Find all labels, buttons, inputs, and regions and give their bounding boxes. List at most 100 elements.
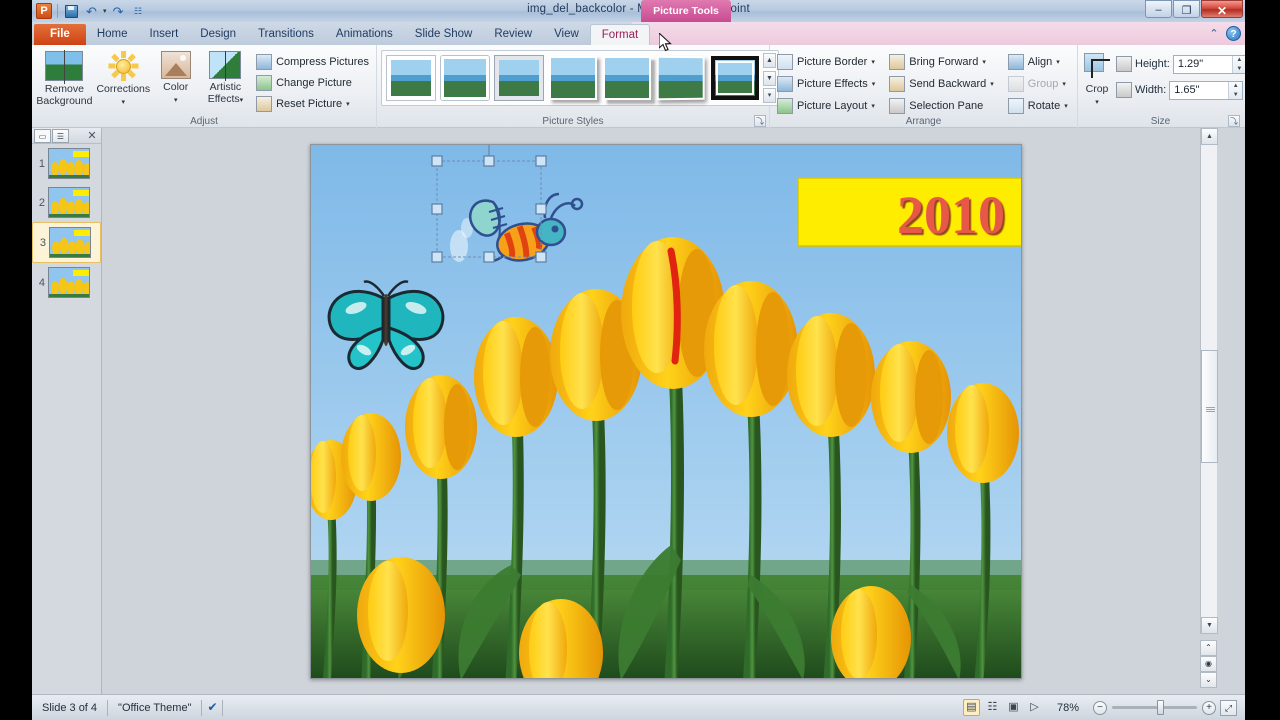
tab-animations[interactable]: Animations (325, 24, 404, 45)
tab-slides[interactable]: ▭ (34, 128, 51, 143)
rotate-dropdown-icon[interactable]: ▾ (1064, 102, 1068, 110)
zoom-level[interactable]: 78% (1047, 699, 1089, 717)
previous-slide-button[interactable]: ⌃ (1200, 640, 1217, 656)
zoom-out-button[interactable]: − (1093, 700, 1107, 715)
slide-thumbnail-item-3[interactable]: 3 (32, 222, 101, 263)
restore-button[interactable]: ❐ (1173, 0, 1200, 18)
compress-pictures-button[interactable]: Compress Pictures (253, 52, 372, 71)
picture-style-option-4[interactable] (549, 56, 597, 100)
tab-view[interactable]: View (543, 24, 590, 45)
minimize-button[interactable]: – (1145, 0, 1172, 18)
scroll-down-button[interactable]: ▼ (1201, 617, 1218, 634)
slide-thumbnail-item-4[interactable]: 4 (32, 263, 101, 302)
width-input[interactable] (1170, 81, 1229, 99)
picture-layout-button[interactable]: Picture Layout ▾ (774, 96, 878, 115)
corrections-dropdown-icon[interactable]: ▾ (122, 99, 126, 106)
zoom-thumb[interactable] (1157, 700, 1164, 715)
width-spin-down-icon[interactable]: ▼ (1229, 91, 1242, 100)
zoom-in-button[interactable]: + (1202, 700, 1216, 715)
height-spin-up-icon[interactable]: ▲ (1233, 56, 1245, 65)
slide-thumbnail-item-2[interactable]: 2 (32, 183, 101, 222)
crop-button[interactable]: Crop ▾ (1082, 51, 1112, 108)
picture-style-option-6[interactable] (656, 55, 705, 101)
tab-review[interactable]: Review (483, 24, 543, 45)
bring-forward-dropdown-icon[interactable]: ▾ (982, 58, 986, 66)
align-button[interactable]: Align ▾ (1005, 52, 1071, 71)
view-slide-show-button[interactable]: ▷ (1026, 699, 1043, 716)
slide-thumbnail[interactable] (48, 148, 90, 179)
picture-style-option-2[interactable] (441, 56, 489, 100)
zoom-track[interactable] (1112, 700, 1197, 715)
change-picture-button[interactable]: Change Picture (253, 73, 372, 92)
width-spin-arrows[interactable]: ▲ ▼ (1228, 81, 1243, 100)
tab-outline[interactable]: ☰ (52, 128, 69, 143)
help-icon[interactable]: ? (1226, 26, 1241, 41)
tab-transitions[interactable]: Transitions (247, 24, 325, 45)
next-slide-button[interactable]: ⌄ (1200, 672, 1217, 688)
all-slides-button[interactable]: ◉ (1200, 656, 1217, 672)
color-dropdown-icon[interactable]: ▾ (174, 97, 178, 104)
picture-styles-gallery[interactable]: ▲ ▼ ▾ (381, 50, 779, 106)
send-backward-button[interactable]: Send Backward ▾ (886, 74, 997, 93)
view-reading-button[interactable]: ▣ (1005, 699, 1022, 716)
tab-insert[interactable]: Insert (139, 24, 190, 45)
picture-style-option-5[interactable] (603, 56, 651, 100)
crop-dropdown-icon[interactable]: ▾ (1095, 99, 1099, 106)
picture-styles-dialog-launcher[interactable]: ⤵ (754, 115, 766, 127)
picture-effects-dropdown-icon[interactable]: ▾ (872, 80, 876, 88)
tab-format[interactable]: Format (589, 24, 651, 45)
tab-design[interactable]: Design (189, 24, 247, 45)
send-backward-dropdown-icon[interactable]: ▾ (990, 80, 994, 88)
zoom-slider[interactable]: − + (1093, 700, 1216, 715)
spellcheck-icon[interactable]: ✔ (202, 699, 222, 716)
width-stepper[interactable]: ▲ ▼ (1169, 80, 1244, 100)
close-button[interactable]: ✕ (1201, 0, 1243, 18)
slide-indicator[interactable]: Slide 3 of 4 (32, 699, 107, 717)
tab-home[interactable]: Home (86, 24, 139, 45)
slides-panel-header: ▭ ☰ ✕ (32, 128, 101, 144)
theme-name[interactable]: "Office Theme" (108, 699, 201, 717)
picture-style-option-3[interactable] (494, 55, 544, 101)
size-dialog-launcher[interactable]: ⤵ (1228, 115, 1240, 127)
collapse-ribbon-icon[interactable]: ⌃ (1207, 27, 1221, 41)
slide-thumbnail-item-1[interactable]: 1 (32, 144, 101, 183)
fit-to-window-button[interactable]: ⤢ (1220, 699, 1237, 716)
group-title-picture-styles: Picture Styles (542, 116, 604, 127)
reset-picture-dropdown-icon[interactable]: ▾ (346, 100, 350, 108)
selection-overlay-bee[interactable] (429, 145, 549, 265)
rotate-button[interactable]: Rotate ▾ (1005, 96, 1071, 115)
picture-layout-dropdown-icon[interactable]: ▾ (871, 102, 875, 110)
selection-pane-label: Selection Pane (909, 99, 984, 112)
close-slides-panel-icon[interactable]: ✕ (85, 129, 99, 142)
picture-style-option-7-selected[interactable] (711, 56, 759, 100)
reset-picture-button[interactable]: Reset Picture ▾ (253, 94, 372, 113)
height-input[interactable] (1173, 55, 1232, 73)
slide-thumbnail[interactable] (49, 227, 91, 258)
scrollbar-thumb[interactable] (1201, 350, 1218, 463)
width-spin-up-icon[interactable]: ▲ (1229, 82, 1242, 91)
vertical-scrollbar[interactable]: ▲ ▼ (1200, 128, 1218, 634)
tab-file[interactable]: File (34, 24, 86, 45)
artistic-effects-dropdown-icon[interactable]: ▾ (240, 97, 244, 104)
height-stepper[interactable]: ▲ ▼ (1172, 54, 1245, 74)
picture-effects-button[interactable]: Picture Effects ▾ (774, 74, 878, 93)
view-slide-sorter-button[interactable]: ☷ (984, 699, 1001, 716)
height-spin-down-icon[interactable]: ▼ (1233, 65, 1245, 74)
artistic-effects-button[interactable]: Artistic Effects▾ (200, 49, 251, 106)
selection-pane-button[interactable]: Selection Pane (886, 96, 997, 115)
picture-border-button[interactable]: Picture Border ▾ (774, 52, 878, 71)
view-normal-button[interactable]: ▤ (962, 699, 980, 716)
slide-thumbnail[interactable] (48, 267, 90, 298)
bring-forward-button[interactable]: Bring Forward ▾ (886, 52, 997, 71)
scroll-up-button[interactable]: ▲ (1201, 128, 1218, 145)
picture-style-option-1[interactable] (386, 55, 436, 101)
slide-canvas[interactable]: 2010 (310, 144, 1022, 679)
align-dropdown-icon[interactable]: ▾ (1056, 58, 1060, 66)
slide-thumbnail[interactable] (48, 187, 90, 218)
tab-slide-show[interactable]: Slide Show (404, 24, 484, 45)
color-button[interactable]: Color ▾ (154, 49, 198, 106)
picture-border-dropdown-icon[interactable]: ▾ (871, 58, 875, 66)
corrections-button[interactable]: Corrections ▾ (95, 49, 152, 108)
height-spin-arrows[interactable]: ▲ ▼ (1231, 55, 1245, 74)
remove-background-button[interactable]: Remove Background (36, 49, 93, 107)
